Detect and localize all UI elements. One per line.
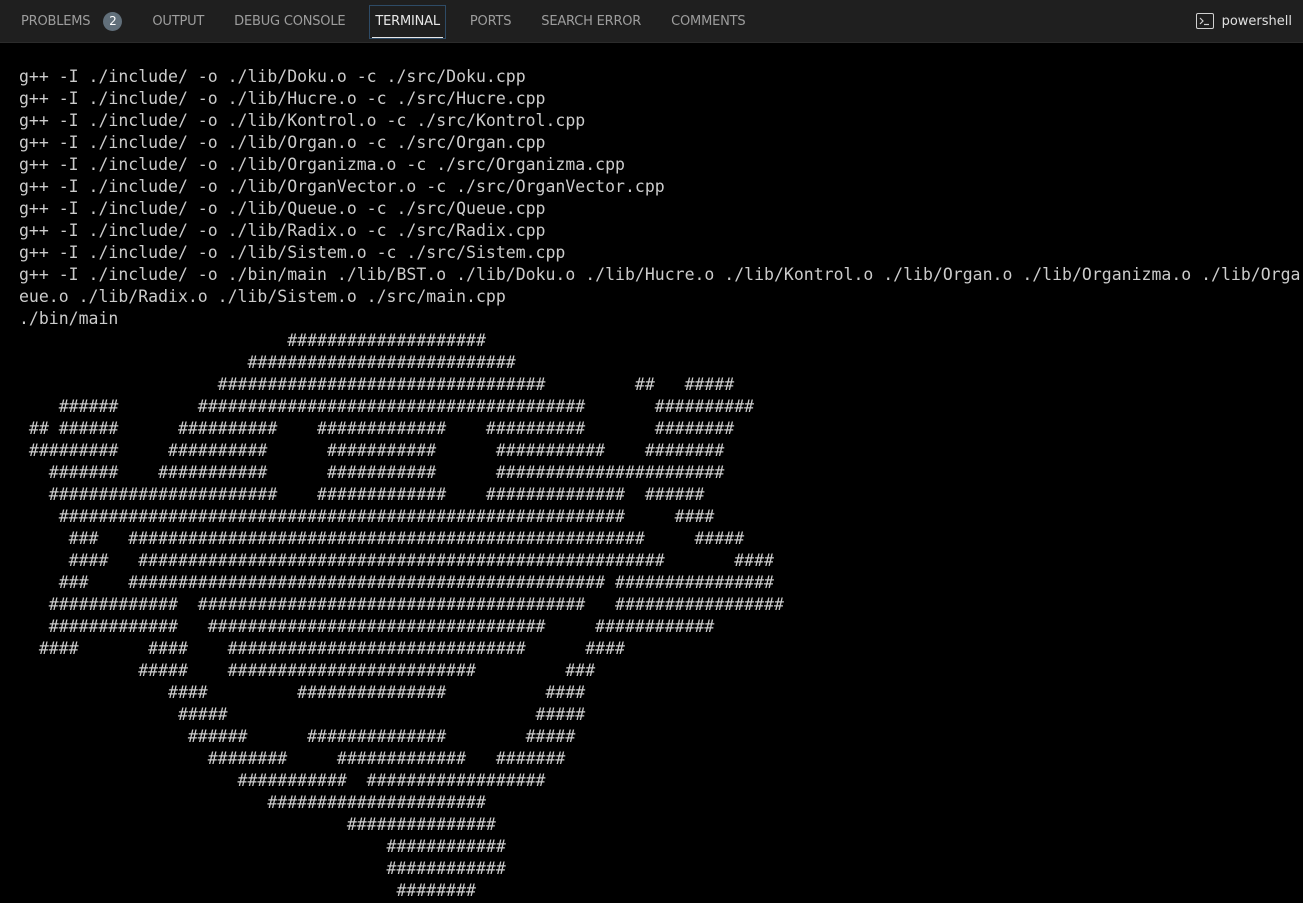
- terminal-line: g++ -I ./include/ -o ./lib/Sistem.o -c .…: [19, 243, 566, 262]
- terminal-line: g++ -I ./include/ -o ./bin/main ./lib/BS…: [19, 265, 1301, 284]
- terminal-line: ###########################: [19, 353, 516, 372]
- terminal-line: ./bin/main: [19, 309, 119, 328]
- terminal-line: ######### ########## ########### #######…: [19, 441, 725, 460]
- terminal-line: g++ -I ./include/ -o ./lib/Hucre.o -c ./…: [19, 89, 546, 108]
- shell-name: powershell: [1221, 13, 1292, 29]
- tab-comments-label: COMMENTS: [671, 13, 746, 29]
- tab-terminal-label: TERMINAL: [375, 13, 440, 29]
- terminal-line: ############# ##########################…: [19, 595, 784, 614]
- terminal-line: g++ -I ./include/ -o ./lib/Radix.o -c ./…: [19, 221, 546, 240]
- terminal-line: #### ###################################…: [19, 551, 774, 570]
- tab-debug-console-label: DEBUG CONSOLE: [234, 13, 346, 29]
- terminal-line: ###### ############## #####: [19, 727, 576, 746]
- terminal-line: ###### #################################…: [19, 397, 755, 416]
- terminal-line: ########### ##################: [19, 771, 546, 790]
- terminal-line: ####################### ############# ##…: [19, 485, 705, 504]
- terminal-shell-selector[interactable]: powershell: [1195, 0, 1292, 42]
- terminal-line: ########################################…: [19, 507, 715, 526]
- terminal-line: g++ -I ./include/ -o ./lib/Organ.o -c ./…: [19, 133, 546, 152]
- tab-comments[interactable]: COMMENTS: [668, 0, 748, 42]
- terminal-line: ########: [19, 881, 476, 900]
- terminal-line: g++ -I ./include/ -o ./lib/Queue.o -c ./…: [19, 199, 546, 218]
- tab-debug-console[interactable]: DEBUG CONSOLE: [231, 0, 348, 42]
- terminal-line: g++ -I ./include/ -o ./lib/OrganVector.o…: [19, 177, 665, 196]
- terminal-line: g++ -I ./include/ -o ./lib/Organizma.o -…: [19, 155, 625, 174]
- terminal-line: ############: [19, 859, 506, 878]
- terminal-prompt-icon: [1195, 13, 1214, 29]
- terminal-line: ## ###### ########## ############# #####…: [19, 419, 735, 438]
- terminal-line: ####################: [19, 331, 486, 350]
- terminal-line: ######################: [19, 793, 486, 812]
- tab-problems-label: PROBLEMS: [21, 13, 91, 29]
- tab-problems[interactable]: PROBLEMS 2: [18, 0, 125, 42]
- tab-terminal[interactable]: TERMINAL: [369, 0, 446, 42]
- tab-output[interactable]: OUTPUT: [149, 0, 207, 42]
- terminal-line: g++ -I ./include/ -o ./lib/Doku.o -c ./s…: [19, 67, 526, 86]
- terminal-line: ####### ########### ########### ########…: [19, 463, 725, 482]
- terminal-line: #### ############### ####: [19, 683, 586, 702]
- terminal-line: ############: [19, 837, 506, 856]
- terminal-line: ###############: [19, 815, 496, 834]
- terminal-line: #### #### ##############################…: [19, 639, 625, 658]
- terminal-line: ############# ##########################…: [19, 617, 715, 636]
- terminal-output[interactable]: g++ -I ./include/ -o ./lib/Doku.o -c ./s…: [19, 66, 1303, 903]
- terminal-line: ##### #####: [19, 705, 586, 724]
- panel-tabs: PROBLEMS 2 OUTPUT DEBUG CONSOLE TERMINAL…: [18, 0, 772, 42]
- problems-count-badge: 2: [103, 11, 123, 31]
- terminal-line: g++ -I ./include/ -o ./lib/Kontrol.o -c …: [19, 111, 586, 130]
- tab-output-label: OUTPUT: [152, 13, 205, 29]
- tab-ports[interactable]: PORTS: [467, 0, 514, 42]
- terminal-line: ### ####################################…: [19, 573, 774, 592]
- tab-search-error[interactable]: SEARCH ERROR: [538, 0, 644, 42]
- terminal-line: ### ####################################…: [19, 529, 745, 548]
- panel-tab-bar: PROBLEMS 2 OUTPUT DEBUG CONSOLE TERMINAL…: [0, 0, 1303, 43]
- tab-ports-label: PORTS: [469, 13, 512, 29]
- terminal-line: ##### ######################### ###: [19, 661, 596, 680]
- terminal-line: eue.o ./lib/Radix.o ./lib/Sistem.o ./src…: [19, 287, 506, 306]
- terminal-line: ################################# ## ###…: [19, 375, 735, 394]
- terminal-panel: PROBLEMS 2 OUTPUT DEBUG CONSOLE TERMINAL…: [0, 0, 1303, 903]
- terminal-line: ######## ############# #######: [19, 749, 566, 768]
- tab-search-error-label: SEARCH ERROR: [541, 13, 642, 29]
